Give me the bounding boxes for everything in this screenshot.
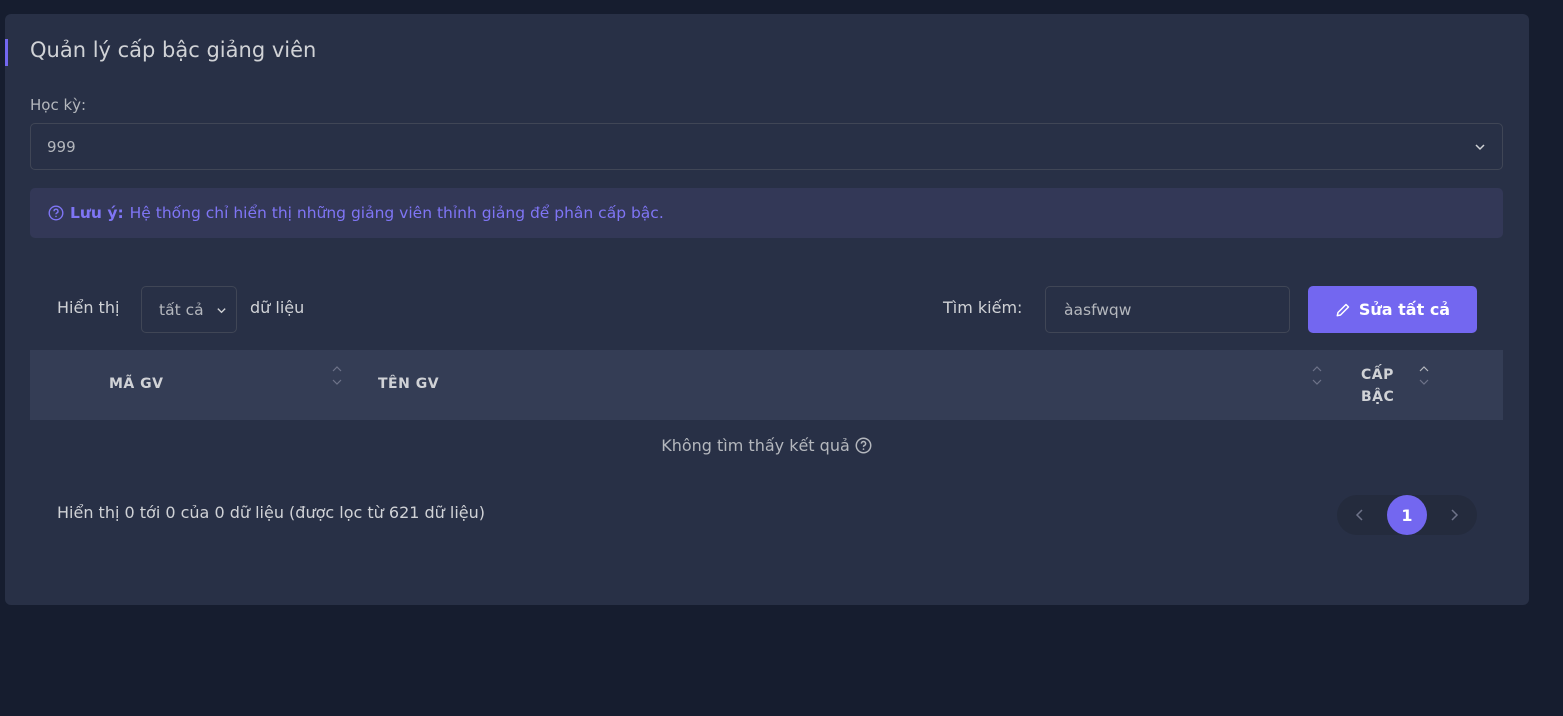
column-header-cap-bac[interactable]: CẤP BẬC <box>1361 364 1413 408</box>
chevron-down-icon <box>1475 144 1485 151</box>
pagination: 1 <box>1337 495 1477 535</box>
semester-value: 999 <box>47 138 76 156</box>
edit-all-label: Sửa tất cả <box>1358 300 1451 319</box>
search-label: Tìm kiếm: <box>943 298 1023 317</box>
column-header-ten-gv[interactable]: TÊN GV <box>378 376 439 392</box>
chevron-right-icon[interactable] <box>1446 507 1462 523</box>
teacher-rank-card: Quản lý cấp bậc giảng viên Học kỳ: 999 L… <box>5 14 1529 605</box>
sort-icon[interactable] <box>1311 363 1323 389</box>
column-header-ma-gv[interactable]: MÃ GV <box>109 376 163 392</box>
length-suffix: dữ liệu <box>250 298 305 317</box>
length-prefix: Hiển thị <box>57 298 120 317</box>
note-alert: Lưu ý: Hệ thống chỉ hiển thị những giảng… <box>30 188 1503 238</box>
semester-select[interactable]: 999 <box>30 123 1503 170</box>
search-input[interactable] <box>1045 286 1290 333</box>
page-length-select[interactable]: tất cả <box>141 286 237 333</box>
sort-icon[interactable] <box>1418 363 1430 389</box>
empty-result-text: Không tìm thấy kết quả <box>661 435 850 455</box>
page-title: Quản lý cấp bậc giảng viên <box>30 38 317 62</box>
help-circle-icon <box>48 205 64 221</box>
semester-label: Học kỳ: <box>30 96 87 114</box>
page-button-current[interactable]: 1 <box>1387 495 1427 535</box>
empty-result-row: Không tìm thấy kết quả <box>30 420 1503 470</box>
chevron-left-icon[interactable] <box>1352 507 1368 523</box>
pencil-icon <box>1336 303 1350 316</box>
table-header: MÃ GV TÊN GV CẤP BẬC <box>30 350 1503 420</box>
table-info: Hiển thị 0 tới 0 của 0 dữ liệu (được lọc… <box>57 503 486 522</box>
note-text: Hệ thống chỉ hiển thị những giảng viên t… <box>129 204 664 222</box>
help-circle-icon <box>855 437 872 453</box>
title-accent-bar <box>5 39 8 66</box>
sort-icon[interactable] <box>331 363 343 389</box>
chevron-down-icon <box>217 308 226 314</box>
note-label: Lưu ý: <box>70 204 124 222</box>
page-length-value: tất cả <box>159 300 204 319</box>
edit-all-button[interactable]: Sửa tất cả <box>1308 286 1477 333</box>
